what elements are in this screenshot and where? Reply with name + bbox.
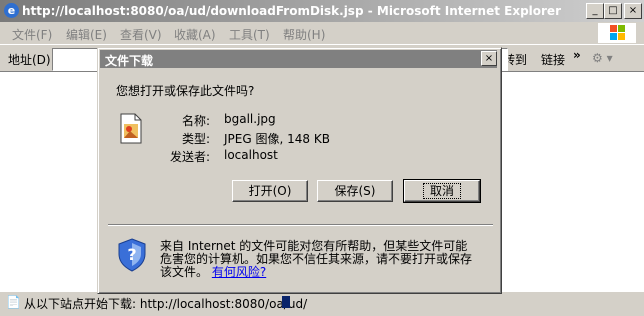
menu-file[interactable]: 文件(F) [12, 26, 52, 43]
links-label[interactable]: 链接 [541, 51, 565, 68]
menu-edit[interactable]: 编辑(E) [66, 26, 107, 43]
menu-tools[interactable]: 工具(T) [229, 26, 270, 43]
windows-logo-icon [598, 23, 636, 43]
file-name-label: 名称: [182, 114, 211, 128]
jpeg-file-icon [118, 113, 144, 144]
chevron-icon[interactable]: » [573, 48, 581, 62]
dialog-title-bar: 文件下载 [100, 50, 497, 68]
file-type-label: 类型: [182, 132, 211, 146]
ie-window-title: http://localhost:8080/oa/ud/downloadFrom… [22, 4, 561, 18]
save-button[interactable]: 保存(S) [317, 180, 393, 202]
menu-help[interactable]: 帮助(H) [283, 26, 325, 43]
svg-text:?: ? [127, 245, 136, 264]
minimize-button[interactable]: _ [586, 3, 604, 19]
progress-indicator [282, 296, 290, 308]
risk-link[interactable]: 有何风险? [212, 265, 266, 279]
address-label: 地址(D) [8, 53, 51, 67]
extra-toolbar-icon[interactable]: ⚙ ▾ [592, 51, 613, 65]
dialog-close-button[interactable]: × [481, 51, 497, 66]
close-window-button[interactable]: × [624, 3, 642, 19]
status-text: 从以下站点开始下载: http://localhost:8080/oa/ud/ [24, 297, 308, 311]
menu-bar: 文件(F) 编辑(E) 查看(V) 收藏(A) 工具(T) 帮助(H) [0, 22, 644, 45]
open-button[interactable]: 打开(O) [232, 180, 308, 202]
cancel-button-label: 取消 [422, 183, 461, 199]
sender-value: localhost [224, 148, 278, 162]
warning-line-3: 该文件。 有何风险? [160, 263, 266, 280]
ie-icon: e [4, 3, 19, 18]
warning-line-3-text: 该文件。 [160, 265, 209, 279]
file-type-value: JPEG 图像, 148 KB [224, 132, 330, 146]
download-status-icon: 📄 [6, 295, 21, 309]
menu-view[interactable]: 查看(V) [120, 26, 162, 43]
file-name-value: bgall.jpg [224, 112, 276, 126]
shield-icon: ? [117, 238, 147, 272]
dialog-title: 文件下载 [105, 54, 154, 68]
cancel-button[interactable]: 取消 [403, 179, 481, 203]
ie-title-bar: e http://localhost:8080/oa/ud/downloadFr… [0, 0, 644, 22]
maximize-button[interactable]: □ [604, 3, 622, 19]
menu-favorites[interactable]: 收藏(A) [174, 26, 216, 43]
sender-label: 发送者: [170, 150, 211, 164]
dialog-separator [108, 224, 493, 226]
download-question: 您想打开或保存此文件吗? [116, 84, 255, 98]
